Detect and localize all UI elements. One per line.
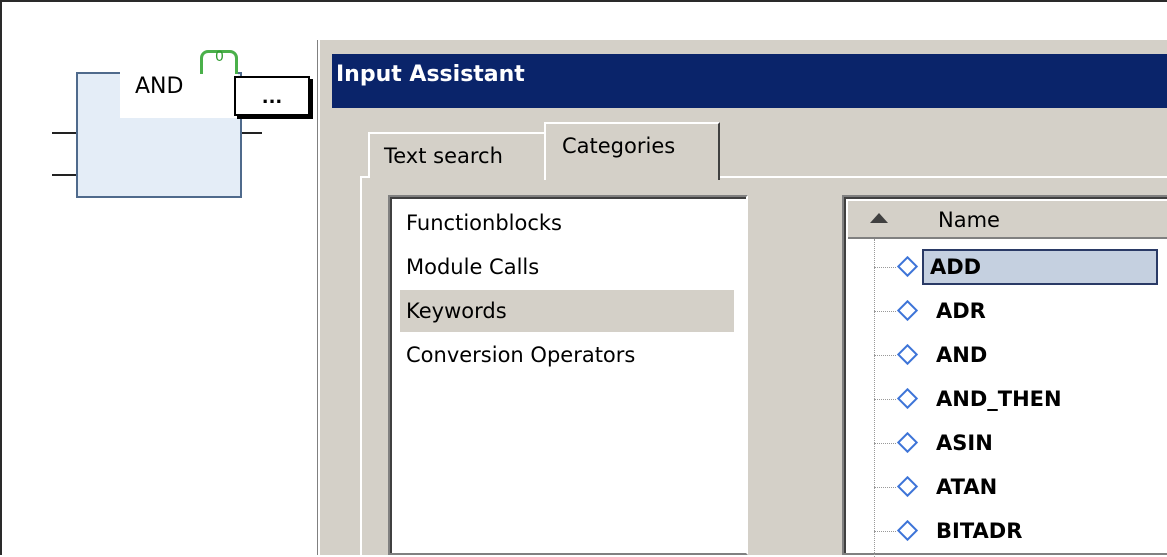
keyword-icon <box>896 431 919 454</box>
tree-item-label: AND_THEN <box>936 387 1062 411</box>
tree-connector <box>874 355 896 356</box>
keyword-icon <box>896 255 919 278</box>
category-item-conversion-operators[interactable]: Conversion Operators <box>400 334 734 376</box>
name-column-label: Name <box>938 208 1000 232</box>
tree-item-label: ADR <box>936 299 986 323</box>
input-assistant-dialog: Input Assistant Text search Categories F… <box>318 40 1167 557</box>
dialog-titlebar[interactable]: Input Assistant <box>332 54 1167 108</box>
tree-connector <box>874 399 896 400</box>
input-pin-2[interactable] <box>52 174 76 176</box>
tree-item-label: BITADR <box>936 519 1023 543</box>
input-assistant-button[interactable]: ... <box>234 76 310 116</box>
tree-connector <box>874 267 896 268</box>
execution-order-number: 0 <box>215 49 224 65</box>
tree-item-bitadr[interactable]: BITADR <box>844 509 1167 553</box>
tree-connector <box>874 443 896 444</box>
output-pin[interactable] <box>242 132 262 134</box>
tree-item-asin[interactable]: ASIN <box>844 421 1167 465</box>
tree-item-and[interactable]: AND <box>844 333 1167 377</box>
tree-item-label: ADD <box>922 249 1158 285</box>
tab-categories[interactable]: Categories <box>544 122 720 180</box>
input-pin-1[interactable] <box>52 132 76 134</box>
sort-ascending-icon <box>870 213 888 223</box>
keyword-icon <box>896 299 919 322</box>
category-list[interactable]: Functionblocks Module Calls Keywords Con… <box>388 195 748 555</box>
tree-connector <box>874 487 896 488</box>
category-item-keywords[interactable]: Keywords <box>400 290 734 332</box>
keyword-icon <box>896 475 919 498</box>
name-tree[interactable]: Name ADD ADR AND AND_THEN ASIN ATAN BITA… <box>842 195 1167 557</box>
execution-order-badge: 0 <box>200 49 238 74</box>
tree-connector <box>874 531 896 532</box>
dialog-title: Input Assistant <box>336 62 525 87</box>
tree-item-label: ATAN <box>936 475 998 499</box>
name-column-header[interactable]: Name <box>848 201 1167 239</box>
keyword-icon <box>896 519 919 542</box>
tree-item-atan[interactable]: ATAN <box>844 465 1167 509</box>
keyword-icon <box>896 387 919 410</box>
tree-item-label: AND <box>936 343 988 367</box>
tree-connector <box>874 311 896 312</box>
keyword-icon <box>896 343 919 366</box>
tree-item-adr[interactable]: ADR <box>844 289 1167 333</box>
tree-item-add[interactable]: ADD <box>844 245 1167 289</box>
tree-item-and-then[interactable]: AND_THEN <box>844 377 1167 421</box>
block-label: AND <box>135 74 184 99</box>
tree-item-label: ASIN <box>936 431 993 455</box>
category-item-functionblocks[interactable]: Functionblocks <box>400 202 734 244</box>
category-item-module-calls[interactable]: Module Calls <box>400 246 734 288</box>
tab-text-search[interactable]: Text search <box>368 132 546 178</box>
